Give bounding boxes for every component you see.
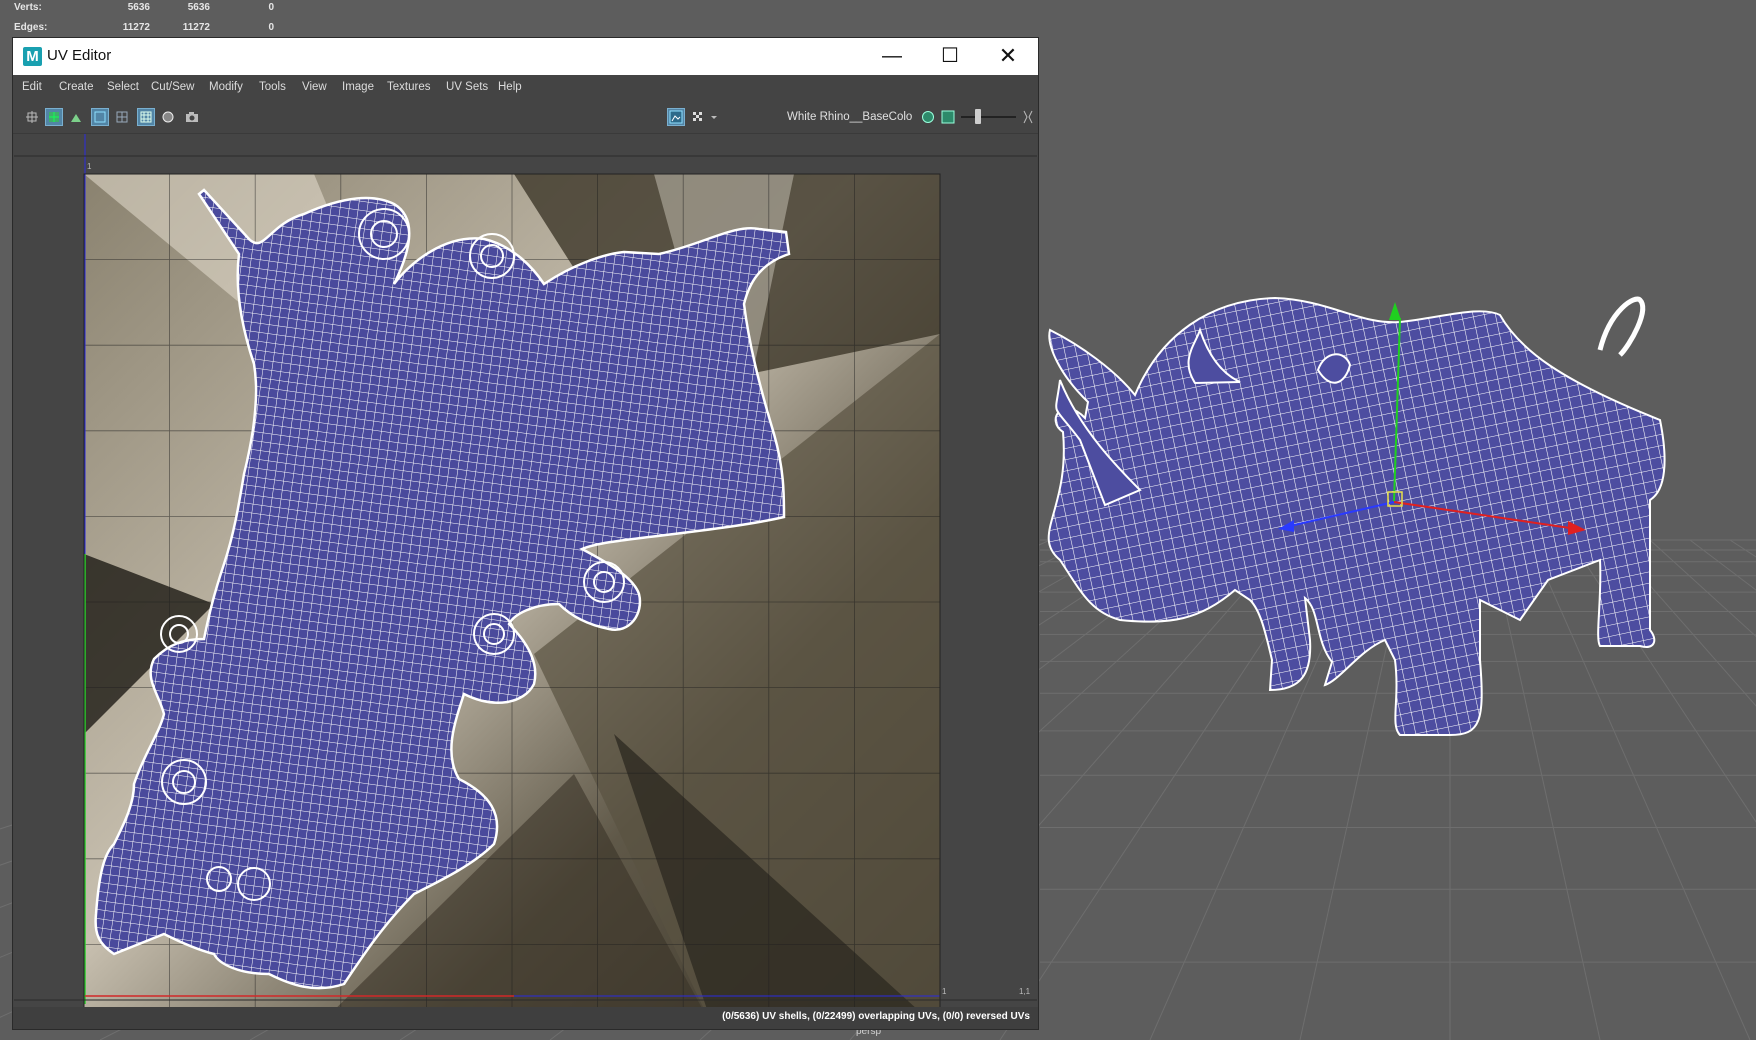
hud-value: 0 <box>268 2 274 13</box>
uv-toggle-icon[interactable] <box>23 108 41 126</box>
uv-toolbar: White Rhino__BaseColor <box>13 101 1038 134</box>
menu-modify[interactable]: Modify <box>209 81 243 93</box>
uv-workspace[interactable]: 1 1 1,1 <box>14 134 1037 1007</box>
ruler-label-top-right: 1 <box>942 987 947 996</box>
grid-on-icon[interactable] <box>137 108 155 126</box>
image-name-field[interactable]: White Rhino__BaseColor <box>787 111 913 123</box>
image-display-icon[interactable] <box>667 108 685 126</box>
exposure-slider-handle[interactable] <box>975 109 981 124</box>
ruler-label-top-left: 1 <box>87 162 92 171</box>
texture-tiles-icon[interactable] <box>45 108 63 126</box>
ruler-label-bottom-right: 1,1 <box>1019 987 1031 996</box>
menu-view[interactable]: View <box>302 81 327 93</box>
minimize-button[interactable]: — <box>863 38 921 75</box>
uv-frame-icon[interactable] <box>91 108 109 126</box>
exposure-slider-track[interactable] <box>961 116 1016 118</box>
hud-label: Verts: <box>14 2 42 13</box>
hud-value: 11272 <box>182 22 210 33</box>
bracket-icon[interactable] <box>1019 108 1037 126</box>
maximize-button[interactable]: ☐ <box>921 38 979 75</box>
hud-label: Edges: <box>14 22 48 33</box>
menu-edit[interactable]: Edit <box>22 81 42 93</box>
hud-value: 5636 <box>127 2 150 13</box>
menu-create[interactable]: Create <box>59 81 94 93</box>
uv-editor-window[interactable]: M UV Editor — ☐ ✕ Edit Create Select Cut… <box>12 37 1039 1030</box>
menu-tools[interactable]: Tools <box>259 81 286 93</box>
hud-value: 11272 <box>122 22 150 33</box>
hud-value: 5636 <box>187 2 210 13</box>
snapshot-icon[interactable] <box>183 108 201 126</box>
menu-image[interactable]: Image <box>342 81 374 93</box>
uv-image-icon[interactable] <box>939 108 957 126</box>
close-button[interactable]: ✕ <box>979 38 1037 75</box>
checker-icon[interactable] <box>689 108 707 126</box>
uv-status-text: (0/5636) UV shells, (0/22499) overlappin… <box>722 1011 1030 1022</box>
poly-count-hud: Verts: 5636 5636 0 Edges: 11272 11272 0 <box>0 0 280 38</box>
shaded-shell-icon[interactable] <box>67 108 85 126</box>
dim-image-icon[interactable] <box>159 108 177 126</box>
image-file-icon[interactable] <box>919 108 937 126</box>
menu-select[interactable]: Select <box>107 81 139 93</box>
grid-icon[interactable] <box>113 108 131 126</box>
menu-cut-sew[interactable]: Cut/Sew <box>151 81 194 93</box>
menu-help[interactable]: Help <box>498 81 522 93</box>
window-titlebar[interactable]: M UV Editor — ☐ ✕ <box>13 38 1038 75</box>
maya-app-icon: M <box>23 47 42 66</box>
menu-textures[interactable]: Textures <box>387 81 430 93</box>
window-title: UV Editor <box>47 47 112 64</box>
hud-value: 0 <box>268 22 274 33</box>
image-options-icon[interactable] <box>707 108 719 126</box>
menu-uv-sets[interactable]: UV Sets <box>446 81 488 93</box>
menu-bar: Edit Create Select Cut/Sew Modify Tools … <box>13 75 1038 101</box>
uv-status-bar: (0/5636) UV shells, (0/22499) overlappin… <box>13 1007 1038 1029</box>
